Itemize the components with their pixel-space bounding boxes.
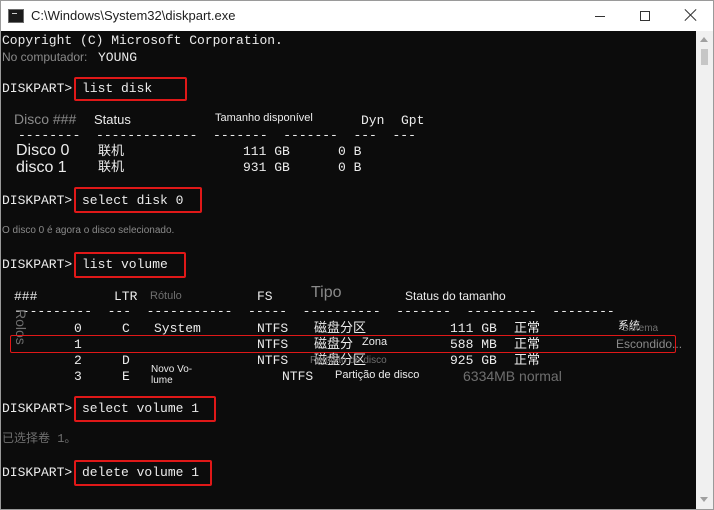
title-bar: C:\Windows\System32\diskpart.exe xyxy=(1,1,713,31)
window-title: C:\Windows\System32\diskpart.exe xyxy=(31,8,236,23)
highlight-box xyxy=(74,77,187,101)
select-volume-message: 已选择卷 1。 xyxy=(2,432,77,446)
select-disk-message: O disco 0 é agora o disco selecionado. xyxy=(2,225,175,236)
minimize-icon xyxy=(595,16,605,17)
selected-volume-highlight xyxy=(10,335,676,353)
volume-row-label: Novo Vo- lume xyxy=(151,364,193,386)
volume-row-info: Sistema xyxy=(622,323,659,334)
disk-row-free: 0 B xyxy=(338,144,362,159)
dyn-col-header: Dyn xyxy=(361,113,385,128)
type-col-header: Tipo xyxy=(311,284,342,301)
disk-row-name: disco 1 xyxy=(16,159,67,176)
disk-row-size: 931 GB xyxy=(243,160,290,175)
volume-row-ltr: E xyxy=(122,369,130,384)
maximize-icon xyxy=(640,11,650,21)
console-output[interactable]: Copyright (C) Microsoft Corporation. No … xyxy=(1,31,695,509)
disk-col-header: Disco ### xyxy=(14,111,77,127)
ltr-col-header: LTR xyxy=(114,289,138,304)
scroll-up-icon[interactable] xyxy=(700,37,708,42)
close-button[interactable] xyxy=(667,1,713,31)
computer-name: YOUNG xyxy=(98,50,138,65)
disk-row-status: 联机 xyxy=(98,144,125,159)
computer-label: No computador: xyxy=(2,50,88,64)
volume-row-size: 925 GB xyxy=(450,353,497,368)
size-col-header: Tamanho disponível xyxy=(215,112,313,124)
disk-row-free: 0 B xyxy=(338,160,362,175)
volume-row-num: 2 xyxy=(74,353,82,368)
label-col-header: Rótulo xyxy=(150,290,182,302)
gpt-col-header: Gpt xyxy=(401,113,425,128)
prompt: DISKPART> xyxy=(2,193,73,208)
scroll-thumb[interactable] xyxy=(701,49,708,65)
disk-row-status: 联机 xyxy=(98,160,125,175)
volume-row-fs: NTFS xyxy=(257,353,289,368)
disk-table-separator: -------- ------------- ------- ------- -… xyxy=(18,128,416,143)
console-app-icon xyxy=(8,9,24,23)
highlight-box xyxy=(74,460,212,486)
status-col-header: Status xyxy=(94,112,131,127)
vertical-scrollbar[interactable] xyxy=(696,31,713,509)
diskpart-window: C:\Windows\System32\diskpart.exe Copyrig… xyxy=(0,0,714,510)
size-status-col-header: Status do tamanho xyxy=(405,289,506,303)
volume-row-type-overlay: Partição de disco xyxy=(310,355,387,366)
close-icon xyxy=(684,8,698,22)
copyright-line: Copyright (C) Microsoft Corporation. xyxy=(2,33,283,48)
fs-col-header: FS xyxy=(257,289,273,304)
volume-table-separator: ---------- --- ----------- ----- -------… xyxy=(14,304,615,319)
minimize-button[interactable] xyxy=(577,1,623,31)
volume-row-fs: NTFS xyxy=(282,369,314,384)
volume-row-status: 正常 xyxy=(514,353,541,368)
prompt: DISKPART> xyxy=(2,257,73,272)
prompt: DISKPART> xyxy=(2,465,73,480)
volume-row-size: 6334MB normal xyxy=(463,368,562,384)
volume-num-header: ### xyxy=(14,289,38,304)
highlight-box xyxy=(74,252,186,278)
disk-row-size: 111 GB xyxy=(243,144,290,159)
volume-row-ltr: D xyxy=(122,353,130,368)
highlight-box xyxy=(74,396,216,422)
volume-row-num: 3 xyxy=(74,369,82,384)
maximize-button[interactable] xyxy=(622,1,668,31)
scroll-down-icon[interactable] xyxy=(700,497,708,502)
disk-row-name: Disco 0 xyxy=(16,142,70,159)
volume-row-type: Partição de disco xyxy=(335,369,420,381)
prompt: DISKPART> xyxy=(2,81,73,96)
prompt: DISKPART> xyxy=(2,401,73,416)
highlight-box xyxy=(74,187,202,213)
